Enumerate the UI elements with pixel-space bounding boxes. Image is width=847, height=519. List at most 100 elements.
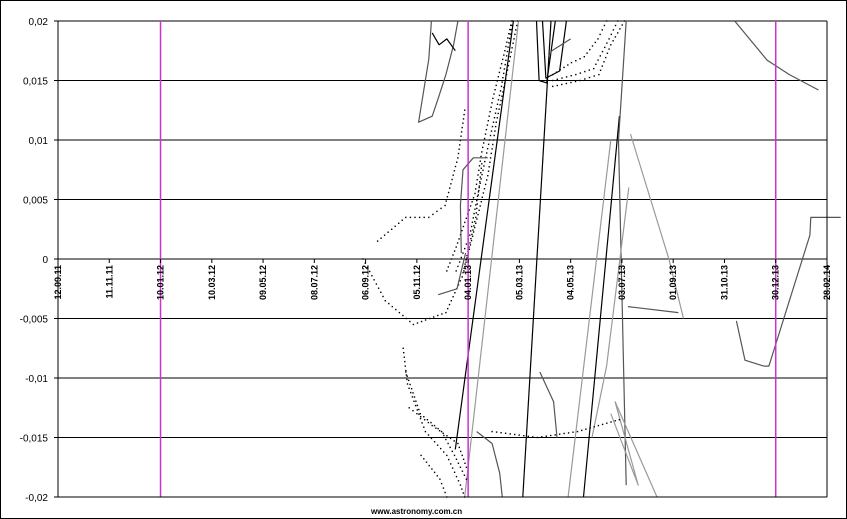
series-dot bbox=[617, 32, 619, 34]
series-dot bbox=[606, 42, 608, 44]
series-dot bbox=[593, 426, 595, 428]
series-dot bbox=[481, 151, 483, 153]
series-dot bbox=[490, 152, 492, 155]
series-dot bbox=[444, 204, 446, 207]
series-dot bbox=[457, 152, 460, 155]
series-dot bbox=[482, 192, 485, 194]
series-dot bbox=[510, 24, 512, 26]
series-dot bbox=[460, 450, 462, 453]
series-dot bbox=[472, 197, 475, 199]
series-dot bbox=[476, 218, 478, 220]
series-dot bbox=[480, 172, 482, 174]
x-tick-label: 28.02.14 bbox=[822, 265, 832, 300]
series-dot bbox=[424, 430, 427, 433]
series-dot bbox=[509, 56, 511, 58]
series-dot bbox=[451, 178, 453, 181]
x-tick-label: 04.01.13 bbox=[463, 265, 473, 300]
series-dot bbox=[430, 437, 433, 440]
series-dot bbox=[495, 121, 497, 123]
series-dot bbox=[503, 86, 505, 89]
series-dot bbox=[492, 143, 494, 146]
y-tick-label: -0,02 bbox=[25, 493, 48, 504]
series-dot bbox=[452, 174, 454, 176]
series-dot bbox=[376, 240, 379, 242]
series-dot bbox=[482, 169, 484, 171]
series-dot bbox=[446, 270, 448, 272]
series-dot bbox=[486, 148, 489, 150]
series-dot bbox=[395, 308, 397, 311]
series-dot bbox=[527, 435, 529, 437]
y-tick-labels: 0,02 0,015 0,01 0,005 0 -0,005 -0,01 -0,015 -0,0… bbox=[20, 17, 49, 504]
series-dot bbox=[507, 46, 509, 48]
series-dot bbox=[480, 201, 482, 203]
series-dot bbox=[457, 462, 460, 464]
series-dot bbox=[475, 222, 477, 224]
series-dot bbox=[408, 387, 410, 389]
series-dot bbox=[471, 235, 474, 237]
series-dot bbox=[383, 234, 386, 236]
series-dot bbox=[387, 231, 389, 233]
series-dot bbox=[601, 29, 603, 31]
series-dot bbox=[428, 464, 430, 467]
series-dot bbox=[416, 404, 419, 407]
series-dot bbox=[601, 50, 604, 53]
series-dot bbox=[495, 84, 497, 87]
series-dot bbox=[495, 431, 498, 433]
series-dot bbox=[584, 78, 586, 80]
x-tick-label: 05.03.13 bbox=[514, 265, 524, 300]
series-dot bbox=[452, 254, 454, 256]
series-dot bbox=[487, 143, 490, 145]
series-dot bbox=[409, 216, 412, 219]
series-dot bbox=[460, 135, 462, 137]
series-dot bbox=[506, 41, 508, 43]
x-tick-label: 03.07.13 bbox=[617, 265, 627, 300]
series-dot bbox=[496, 80, 498, 82]
series-dot bbox=[420, 454, 422, 457]
y-tick-label: 0,01 bbox=[29, 136, 49, 147]
series-dot bbox=[472, 231, 475, 233]
series-dot bbox=[429, 317, 431, 320]
series-dot bbox=[465, 243, 468, 245]
series-dot bbox=[503, 72, 505, 75]
series-dot bbox=[484, 183, 487, 186]
series-dot bbox=[473, 212, 475, 215]
series-dot bbox=[497, 76, 499, 78]
series-dot bbox=[523, 435, 525, 437]
series-dot bbox=[449, 262, 451, 264]
series-dot bbox=[499, 104, 501, 106]
series-dot bbox=[423, 458, 425, 460]
series-dot bbox=[416, 409, 418, 411]
series-line bbox=[418, 20, 459, 123]
series-dot bbox=[459, 484, 462, 486]
series-dot bbox=[506, 50, 509, 53]
series-dot bbox=[479, 160, 481, 162]
series-dot bbox=[469, 234, 471, 236]
series-dot bbox=[435, 427, 437, 429]
series-dot bbox=[480, 178, 482, 180]
series-dot bbox=[497, 99, 500, 101]
series-dot bbox=[599, 55, 601, 57]
x-tick-label: 05.11.12 bbox=[412, 265, 422, 300]
x-tick-label: 01.09.13 bbox=[668, 265, 678, 300]
series-dot bbox=[499, 90, 502, 92]
series-dot bbox=[601, 423, 604, 426]
series-dot bbox=[403, 352, 405, 354]
series-dot bbox=[567, 432, 570, 434]
series-dot bbox=[479, 182, 481, 184]
series-dot bbox=[489, 111, 491, 113]
series-dot bbox=[431, 424, 433, 427]
series-dot bbox=[610, 44, 612, 46]
series-dot bbox=[470, 239, 473, 242]
series-dot bbox=[474, 208, 476, 210]
series-dot bbox=[441, 313, 443, 315]
series-dot bbox=[554, 434, 556, 436]
series-line bbox=[454, 20, 514, 450]
series-dot bbox=[412, 323, 415, 326]
series-dot bbox=[443, 451, 445, 453]
series-dot bbox=[516, 24, 518, 27]
series-dot bbox=[514, 33, 516, 36]
series-dot bbox=[477, 174, 479, 176]
x-tick-label: 08.07.12 bbox=[309, 265, 319, 300]
series-dot bbox=[608, 48, 610, 50]
series-dot bbox=[476, 207, 478, 210]
